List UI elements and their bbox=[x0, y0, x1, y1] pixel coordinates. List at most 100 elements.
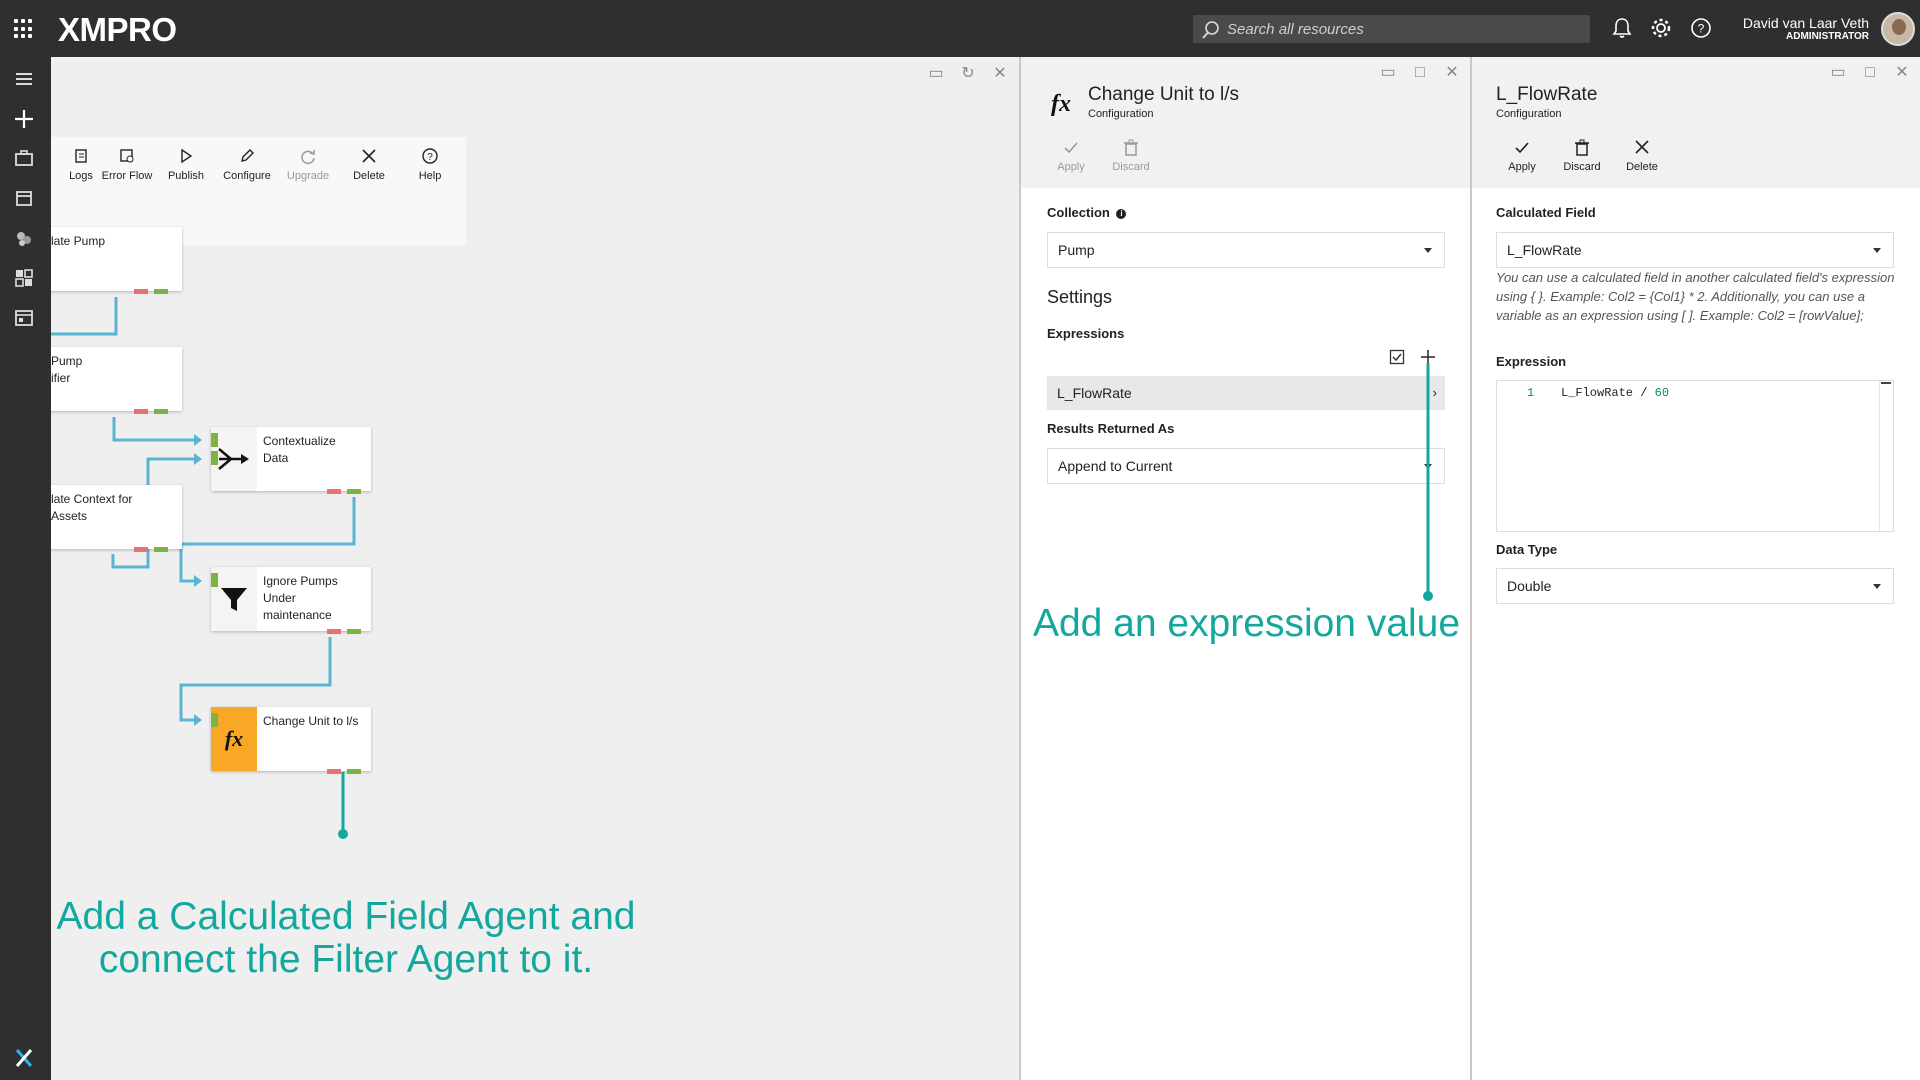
caret-down-icon bbox=[1873, 584, 1881, 589]
collection-value: Pump bbox=[1058, 242, 1095, 258]
node-label: Contextualize Data bbox=[263, 434, 336, 465]
check-icon bbox=[1045, 139, 1097, 159]
minimize-icon[interactable]: ▭ bbox=[1379, 64, 1397, 82]
connector bbox=[112, 417, 194, 442]
expression-row[interactable]: L_FlowRate › bbox=[1047, 376, 1445, 410]
calculated-field-value: L_FlowRate bbox=[1507, 242, 1582, 258]
gear-icon[interactable] bbox=[1650, 17, 1674, 41]
select-all-checkbox-icon[interactable] bbox=[1389, 349, 1405, 370]
data-type-value: Double bbox=[1507, 578, 1552, 594]
caret-down-icon bbox=[1873, 248, 1881, 253]
line-number: 1 bbox=[1527, 386, 1535, 400]
svg-text:?: ? bbox=[1698, 22, 1705, 36]
fx-icon: fx bbox=[1045, 88, 1077, 123]
user-name: David van Laar Veth bbox=[1742, 15, 1869, 31]
calculated-field-select[interactable]: L_FlowRate bbox=[1496, 232, 1894, 268]
trash-icon bbox=[1105, 139, 1157, 159]
search-input[interactable] bbox=[1227, 15, 1582, 43]
search-box[interactable] bbox=[1193, 15, 1590, 43]
code-line: L_FlowRate / 60 bbox=[1561, 386, 1669, 400]
node-label: late Context for Assets bbox=[51, 492, 133, 523]
check-icon bbox=[1496, 139, 1548, 159]
apply-label: Apply bbox=[1057, 161, 1085, 173]
results-label: Results Returned As bbox=[1047, 421, 1175, 436]
caret-down-icon bbox=[1424, 248, 1432, 253]
agent-node[interactable]: Pump ifier bbox=[51, 347, 182, 414]
agent-node[interactable]: late Pump bbox=[51, 227, 182, 294]
expression-annotation: Add an expression value bbox=[1032, 602, 1461, 645]
agent-node[interactable]: late Context for Assets bbox=[51, 485, 182, 552]
minimize-icon[interactable]: ▭ bbox=[1829, 64, 1847, 82]
calculated-field-node[interactable]: fx Change Unit to l/s bbox=[211, 707, 371, 774]
close-icon[interactable]: ✕ bbox=[1893, 64, 1911, 82]
panel-window-controls: ▭ □ ✕ bbox=[1379, 64, 1461, 82]
info-icon: i bbox=[1116, 209, 1127, 219]
connector bbox=[51, 297, 118, 336]
editor-cursor-marker bbox=[1881, 382, 1891, 384]
editor-scrollbar[interactable] bbox=[1879, 381, 1893, 531]
code-text: L_FlowRate / bbox=[1561, 386, 1655, 400]
close-icon bbox=[1616, 139, 1668, 159]
apps-panel-icon[interactable] bbox=[13, 307, 35, 329]
node-label: Ignore Pumps Under maintenance bbox=[263, 574, 338, 622]
code-number: 60 bbox=[1654, 386, 1670, 400]
settings-heading: Settings bbox=[1047, 287, 1113, 307]
delete-button[interactable]: Delete bbox=[1616, 139, 1668, 173]
expression-label: Expression bbox=[1496, 354, 1567, 369]
search-icon bbox=[1202, 21, 1219, 39]
add-icon[interactable] bbox=[13, 108, 35, 130]
results-select[interactable]: Append to Current bbox=[1047, 448, 1445, 484]
results-value: Append to Current bbox=[1058, 458, 1173, 474]
delete-label: Delete bbox=[1626, 161, 1658, 173]
xmpro-mark-icon[interactable] bbox=[13, 1047, 35, 1069]
panel-subtitle: Configuration bbox=[1088, 108, 1154, 120]
briefcase-icon[interactable] bbox=[13, 147, 35, 169]
data-type-select[interactable]: Double bbox=[1496, 568, 1894, 604]
panel-title: L_FlowRate bbox=[1496, 84, 1598, 105]
collection-select[interactable]: Pump bbox=[1047, 232, 1445, 268]
apply-label: Apply bbox=[1508, 161, 1536, 173]
annotation-pointer bbox=[1423, 363, 1433, 601]
collection-label: Collection i bbox=[1047, 205, 1127, 220]
discard-button[interactable]: Discard bbox=[1556, 139, 1608, 173]
top-bar: XMPRO ? David van Laar Veth ADMINISTRATO… bbox=[0, 0, 1920, 57]
calculated-field-panel: ▭ □ ✕ L_FlowRate Configuration Apply Dis… bbox=[1470, 57, 1920, 1080]
user-info[interactable]: David van Laar Veth ADMINISTRATOR bbox=[1743, 15, 1869, 42]
xmpro-logo[interactable]: XMPRO bbox=[58, 11, 177, 49]
node-label: Pump ifier bbox=[51, 354, 83, 385]
calendar-icon[interactable] bbox=[13, 187, 35, 209]
expression-editor[interactable]: 1 L_FlowRate / 60 bbox=[1496, 380, 1894, 532]
calculated-field-label: Calculated Field bbox=[1496, 205, 1596, 220]
panel-title: Change Unit to l/s bbox=[1088, 84, 1240, 105]
agent-config-panel: ▭ □ ✕ fx Change Unit to l/s Configuratio… bbox=[1019, 57, 1470, 1080]
close-icon[interactable]: ✕ bbox=[1443, 64, 1461, 82]
filter-node[interactable]: Ignore Pumps Under maintenance bbox=[211, 567, 371, 634]
maximize-icon[interactable]: □ bbox=[1861, 64, 1879, 82]
discard-button[interactable]: Discard bbox=[1105, 139, 1157, 173]
calculated-field-help: You can use a calculated field in anothe… bbox=[1496, 270, 1895, 323]
dashboard-icon[interactable] bbox=[13, 267, 35, 289]
apply-button[interactable]: Apply bbox=[1496, 139, 1548, 173]
svg-text:fx: fx bbox=[225, 726, 243, 751]
trash-icon bbox=[1556, 139, 1608, 159]
expressions-label: Expressions bbox=[1047, 326, 1125, 341]
apply-button[interactable]: Apply bbox=[1045, 139, 1097, 173]
expression-row-label: L_FlowRate bbox=[1057, 385, 1132, 401]
avatar[interactable] bbox=[1881, 12, 1915, 46]
svg-text:fx: fx bbox=[1051, 91, 1071, 117]
maximize-icon[interactable]: □ bbox=[1411, 64, 1429, 82]
bell-icon[interactable] bbox=[1611, 17, 1635, 41]
node-label: late Pump bbox=[51, 234, 106, 248]
discard-label: Discard bbox=[1563, 161, 1601, 173]
left-rail bbox=[0, 57, 51, 1080]
panel-window-controls: ▭ □ ✕ bbox=[1829, 64, 1911, 82]
flow-canvas[interactable]: ▭ ↻ ✕ Logs Error Flow Publish Configure … bbox=[51, 57, 1019, 1080]
help-icon[interactable]: ? bbox=[1690, 17, 1714, 41]
agents-icon[interactable] bbox=[13, 227, 35, 249]
contextualize-node[interactable]: Contextualize Data bbox=[211, 427, 371, 494]
node-label: Change Unit to l/s bbox=[263, 714, 359, 728]
panel-subtitle: Configuration bbox=[1496, 108, 1562, 120]
apps-grid-icon[interactable] bbox=[14, 19, 34, 39]
user-role: ADMINISTRATOR bbox=[1786, 31, 1869, 42]
menu-icon[interactable] bbox=[13, 68, 35, 90]
